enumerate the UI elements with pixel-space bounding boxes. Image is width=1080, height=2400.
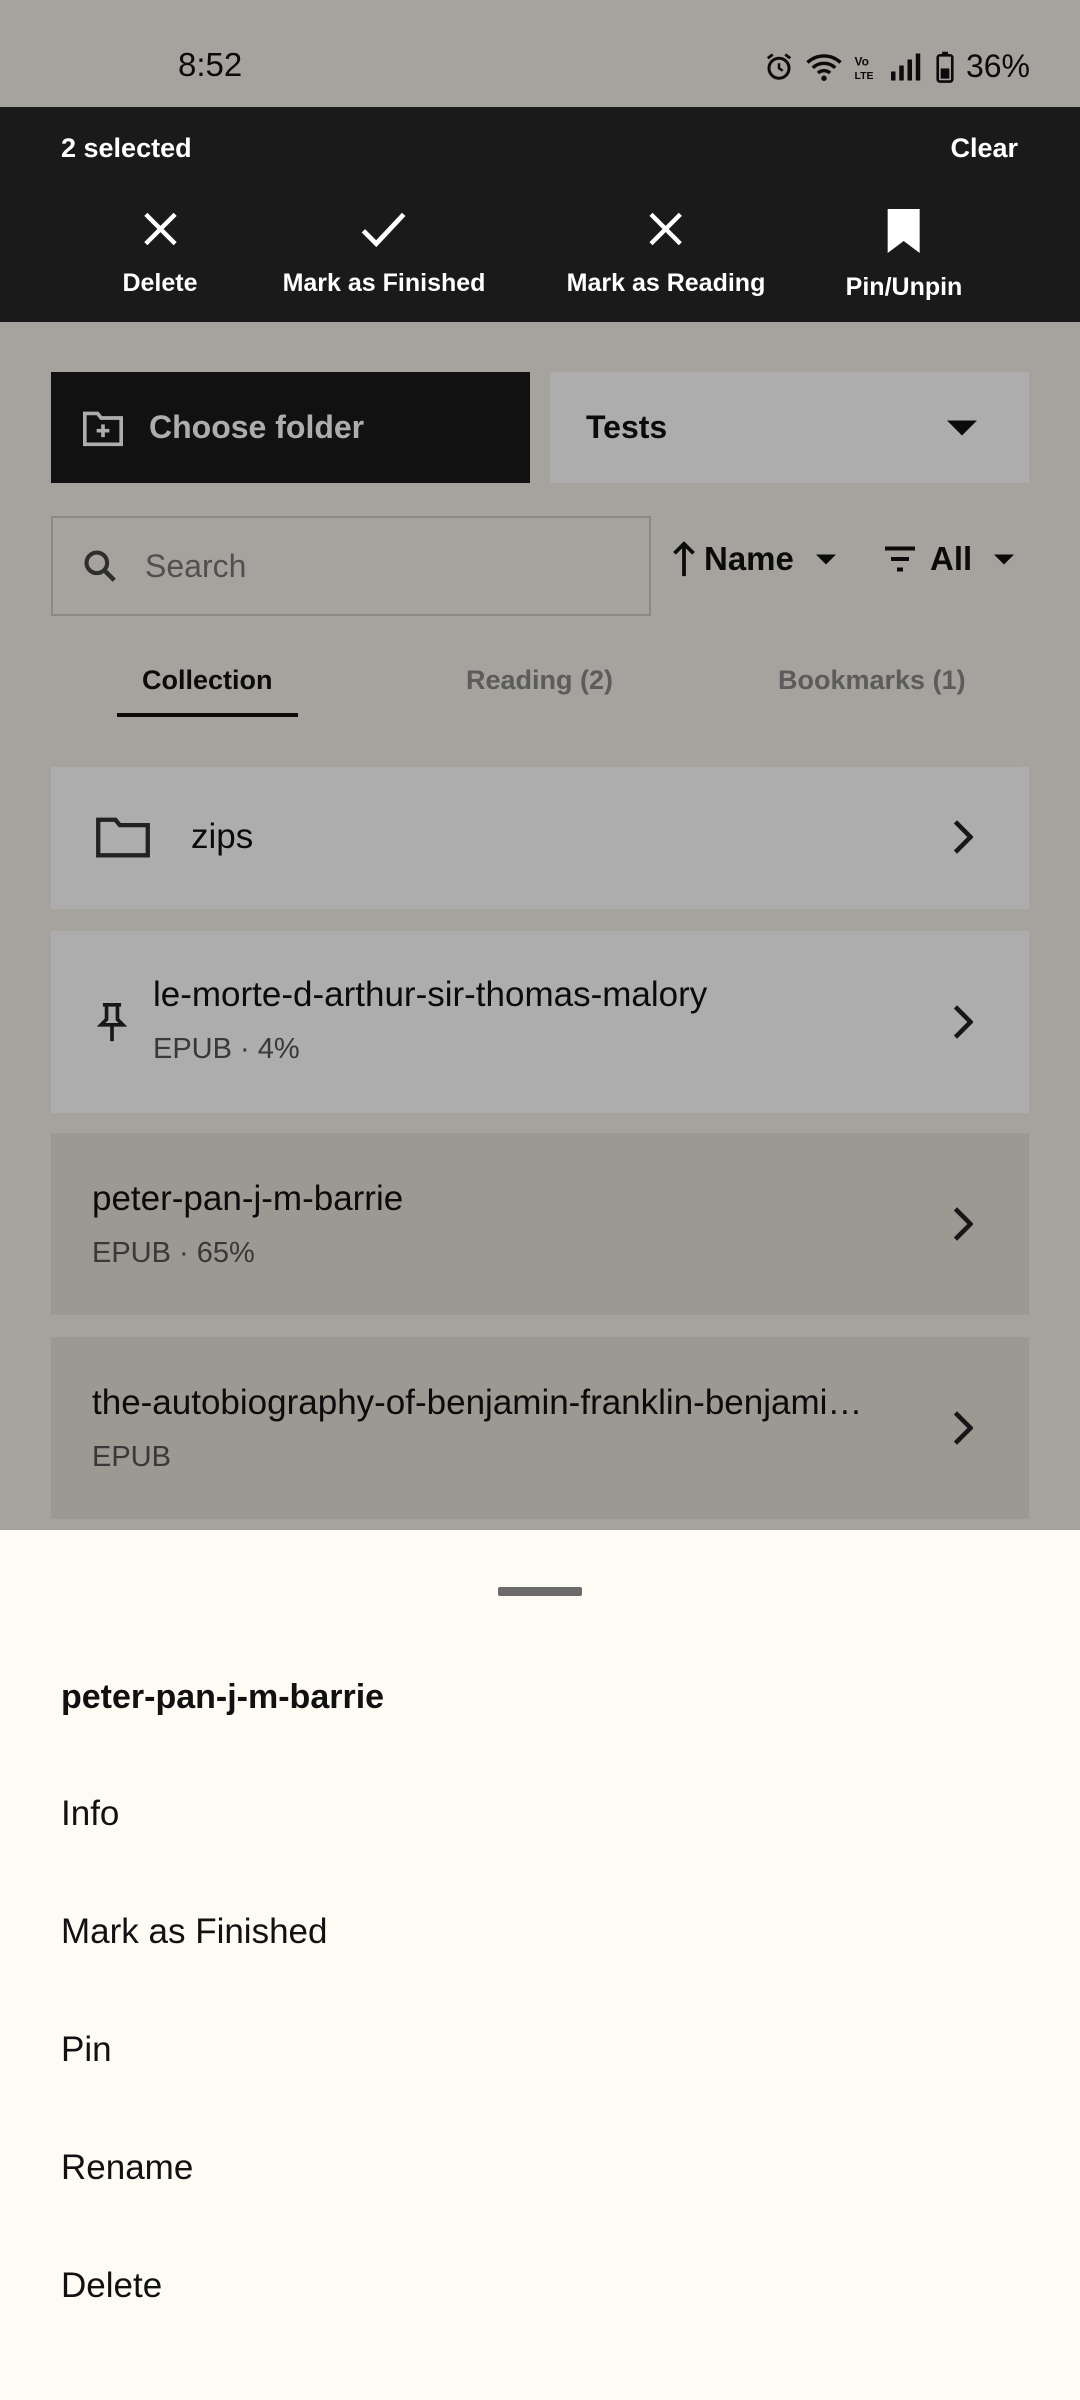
mark-finished-label: Mark as Finished: [282, 269, 486, 297]
close-icon: [143, 212, 177, 246]
delete-selected-button[interactable]: Delete: [122, 207, 198, 298]
close-icon: [649, 212, 683, 246]
mark-reading-label: Mark as Reading: [566, 269, 766, 297]
mark-reading-button[interactable]: Mark as Reading: [566, 207, 766, 298]
screen: 8:52 Vo LTE 36% Choose folder Tests Searc…: [0, 0, 1080, 2400]
bookmark-icon: [888, 209, 920, 253]
drag-handle[interactable]: [498, 1587, 582, 1596]
menu-item-mark-finished[interactable]: Mark as Finished: [61, 1912, 327, 1952]
selection-toolbar: 2 selected Clear Delete Mark as Finished…: [0, 107, 1080, 322]
pin-unpin-label: Pin/Unpin: [845, 273, 963, 301]
menu-item-info[interactable]: Info: [61, 1794, 119, 1834]
check-icon: [362, 212, 406, 248]
bottom-sheet: peter-pan-j-m-barrie Info Mark as Finish…: [0, 1530, 1080, 2400]
delete-selected-label: Delete: [122, 269, 198, 297]
menu-item-delete[interactable]: Delete: [61, 2266, 162, 2306]
menu-item-pin[interactable]: Pin: [61, 2030, 112, 2070]
clear-selection-button[interactable]: Clear: [950, 133, 1018, 164]
mark-finished-button[interactable]: Mark as Finished: [282, 207, 486, 298]
selection-count: 2 selected: [61, 133, 192, 163]
pin-unpin-button[interactable]: Pin/Unpin: [845, 207, 963, 302]
menu-item-rename[interactable]: Rename: [61, 2148, 193, 2188]
sheet-title: peter-pan-j-m-barrie: [61, 1678, 385, 1716]
